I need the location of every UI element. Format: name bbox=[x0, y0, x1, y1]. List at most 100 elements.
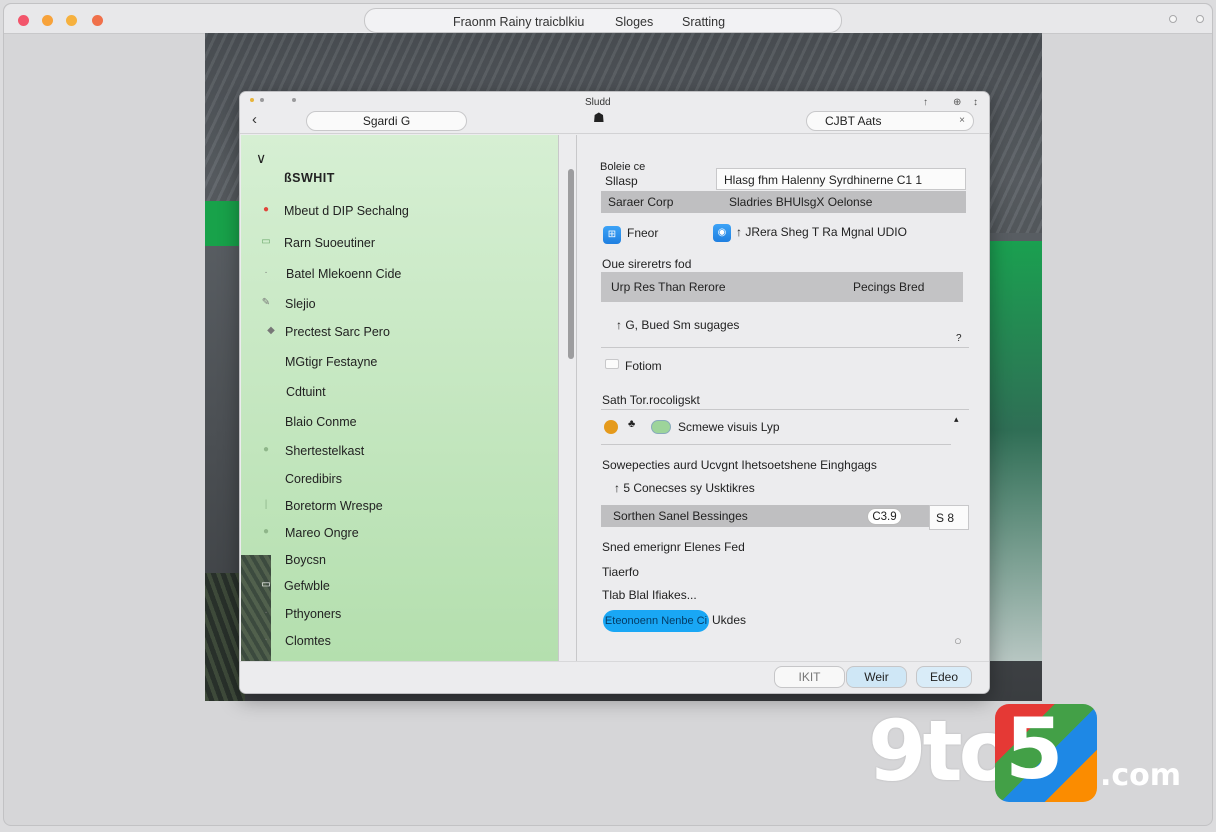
dot-icon: · bbox=[264, 267, 268, 278]
sidebar-item-4[interactable]: ✎ Slejio bbox=[241, 293, 559, 317]
app-a-icon: ⊞ bbox=[603, 226, 621, 244]
sub-row: ↑ G, Bued Sm sugages bbox=[616, 318, 740, 332]
footer-button-2[interactable]: Weir bbox=[846, 666, 907, 688]
orange-dot-icon bbox=[604, 420, 618, 434]
item-b-label[interactable]: ↑ JRera Sheg T Ra Mgnal UDIO bbox=[736, 225, 907, 239]
separator bbox=[601, 444, 951, 445]
primary-action-suffix: Ukdes bbox=[712, 613, 747, 627]
settings-window: ‹ Sgardi G Sludd ☗ CJBT Aats × ↑ ⊕ ↕ ∨ ß… bbox=[239, 91, 990, 694]
minimize-dot-icon[interactable] bbox=[42, 15, 53, 26]
sidebar-item-9[interactable]: ● Shertestelkast bbox=[241, 440, 559, 464]
sidebar-item-label: Boycsn bbox=[285, 553, 326, 567]
wallpaper-green-right bbox=[985, 241, 1042, 661]
line-3: Tlab Blal Ifiakes... bbox=[602, 588, 697, 602]
sidebar-item-15[interactable]: · Pthyoners bbox=[241, 603, 559, 627]
diamond-icon: ◆ bbox=[267, 325, 275, 336]
sidebar-item-12[interactable]: ● Mareo Ongre bbox=[241, 522, 559, 546]
header-box-text: Hlasg fhm Halenny Syrdhinerne C1 1 bbox=[724, 173, 923, 187]
sidebar-item-1[interactable]: ● Mbeut d DIP Sechalng bbox=[241, 200, 559, 224]
logo-prefix: 9to bbox=[868, 702, 1016, 800]
mini-zoom-icon[interactable] bbox=[292, 98, 296, 102]
sidebar-item-label: MGtigr Festayne bbox=[285, 355, 378, 369]
clear-icon[interactable]: × bbox=[959, 112, 965, 130]
dot-icon: · bbox=[264, 607, 268, 618]
window-title-icon: ☗ bbox=[593, 110, 605, 125]
sidebar-item-label: Coredibirs bbox=[285, 472, 342, 486]
help-mark-1[interactable]: ? bbox=[956, 333, 962, 344]
leaf-icon: ♣ bbox=[628, 418, 636, 430]
window-title: Sludd bbox=[585, 97, 611, 108]
sidebar-item-label: Batel Mlekoenn Cide bbox=[286, 267, 402, 281]
logo-badge: 5 bbox=[995, 700, 1097, 802]
section1-subtitle: Sllasp bbox=[605, 174, 638, 188]
primary-action-button[interactable]: Eteonoenn Nenbe Ci bbox=[603, 610, 709, 632]
help-icon[interactable]: ○ bbox=[954, 633, 962, 648]
sidebar-item-3[interactable]: · Batel Mlekoenn Cide bbox=[241, 263, 559, 287]
sidebar-item-6[interactable]: MGtigr Festayne bbox=[241, 351, 559, 375]
sidebar-item-label: Blaio Conme bbox=[285, 415, 357, 429]
item-a-label[interactable]: Fneor bbox=[627, 226, 658, 240]
section4-title: Sowepecties aurd Ucvgnt Ihetsoetshene Ei… bbox=[602, 458, 877, 472]
gray-row-2[interactable]: Urp Res Than Rerore Pecings Bred bbox=[601, 272, 963, 302]
gray-row-2-left: Urp Res Than Rerore bbox=[611, 280, 726, 294]
gray-row-2-right: Pecings Bred bbox=[853, 280, 925, 294]
sidebar-item-7[interactable]: Cdtuint bbox=[241, 381, 559, 405]
vertical-scrollbar[interactable] bbox=[568, 169, 574, 359]
sidebar-item-13[interactable]: Boycsn bbox=[241, 549, 559, 573]
extra-dot-icon[interactable] bbox=[92, 15, 103, 26]
sidebar-item-14[interactable]: ▭ Gefwble bbox=[241, 575, 559, 599]
toggle-icon: ▭ bbox=[261, 236, 271, 247]
sidebar-item-10[interactable]: Coredibirs bbox=[241, 468, 559, 492]
zoom-dot-icon[interactable] bbox=[66, 15, 77, 26]
pencil-icon: ✎ bbox=[261, 297, 271, 308]
gray-row-1[interactable]: Saraer Corp Sladries BHUlsgX Oelonse bbox=[601, 191, 966, 213]
value-box[interactable]: S 8 bbox=[929, 505, 969, 530]
back-chevron-icon[interactable]: ‹ bbox=[252, 111, 257, 128]
item-c-label[interactable]: Scmewe visuis Lyp bbox=[678, 420, 780, 434]
outer-title-bar: Fraonm Rainy traicblkiu Sloges Sratting bbox=[4, 4, 1212, 34]
footer-button-1[interactable]: IKIT bbox=[774, 666, 845, 688]
add-icon[interactable]: ⊕ bbox=[953, 97, 961, 108]
footer-bar: IKIT Weir Edeo bbox=[240, 661, 989, 693]
sidebar-item-16[interactable]: · Clomtes bbox=[241, 630, 559, 654]
dot-icon: · bbox=[264, 634, 268, 645]
status-dot-icon: ● bbox=[262, 526, 270, 537]
checkbox-label[interactable]: Fotiom bbox=[625, 359, 662, 373]
right-field[interactable]: CJBT Aats × bbox=[806, 111, 974, 131]
checkbox[interactable] bbox=[605, 359, 619, 369]
sidebar-item-2[interactable]: ▭ Rarn Suoeutiner bbox=[241, 232, 559, 256]
value-pill[interactable]: C3.9 bbox=[867, 508, 902, 525]
mini-close-icon[interactable] bbox=[250, 98, 254, 102]
footer-button-3[interactable]: Edeo bbox=[916, 666, 972, 688]
value-box-text: S 8 bbox=[936, 511, 955, 525]
toggle-switch[interactable] bbox=[651, 420, 671, 434]
share-icon[interactable]: ↑ bbox=[923, 97, 928, 108]
sidebar-item-label: Rarn Suoeutiner bbox=[284, 236, 376, 250]
sort-icon[interactable]: ↕ bbox=[973, 97, 978, 108]
pane-divider bbox=[576, 135, 577, 661]
header-box[interactable]: Hlasg fhm Halenny Syrdhinerne C1 1 bbox=[716, 168, 966, 190]
window-control-1-icon[interactable] bbox=[1169, 15, 1177, 23]
outer-title-field[interactable]: Fraonm Rainy traicblkiu Sloges Sratting bbox=[364, 8, 842, 33]
mini-minimize-icon[interactable] bbox=[260, 98, 264, 102]
sidebar-item-label: Shertestelkast bbox=[285, 444, 365, 458]
gray-row-3-left: Sorthen Sanel Bessinges bbox=[613, 509, 748, 523]
app-b-icon: ◉ bbox=[713, 224, 731, 242]
outer-title-part-3: Sratting bbox=[682, 15, 726, 29]
sidebar-item-11[interactable]: | Boretorm Wrespe bbox=[241, 495, 559, 519]
window-control-2-icon[interactable] bbox=[1196, 15, 1204, 23]
collapse-chevron-icon[interactable]: ∨ bbox=[256, 150, 266, 167]
sidebar: ∨ ßSWHIT ● Mbeut d DIP Sechalng ▭ Rarn Suo… bbox=[241, 135, 559, 661]
close-dot-icon[interactable] bbox=[18, 15, 29, 26]
collapse-mark[interactable]: ▴ bbox=[954, 414, 959, 425]
sidebar-item-5[interactable]: ◆ Prectest Sarc Pero bbox=[241, 321, 559, 345]
sidebar-item-label: Prectest Sarc Pero bbox=[285, 325, 390, 339]
gray-row-1-left: Saraer Corp bbox=[608, 195, 674, 209]
sidebar-item-8[interactable]: Blaio Conme bbox=[241, 411, 559, 435]
section1-title: Boleie ce bbox=[600, 161, 646, 173]
sidebar-item-label: Mareo Ongre bbox=[285, 526, 359, 540]
search-field[interactable]: Sgardi G bbox=[306, 111, 467, 131]
sidebar-item-label: Boretorm Wrespe bbox=[285, 499, 383, 513]
pill-icon: ▭ bbox=[261, 579, 271, 590]
sidebar-header: ßSWHIT bbox=[284, 171, 335, 185]
